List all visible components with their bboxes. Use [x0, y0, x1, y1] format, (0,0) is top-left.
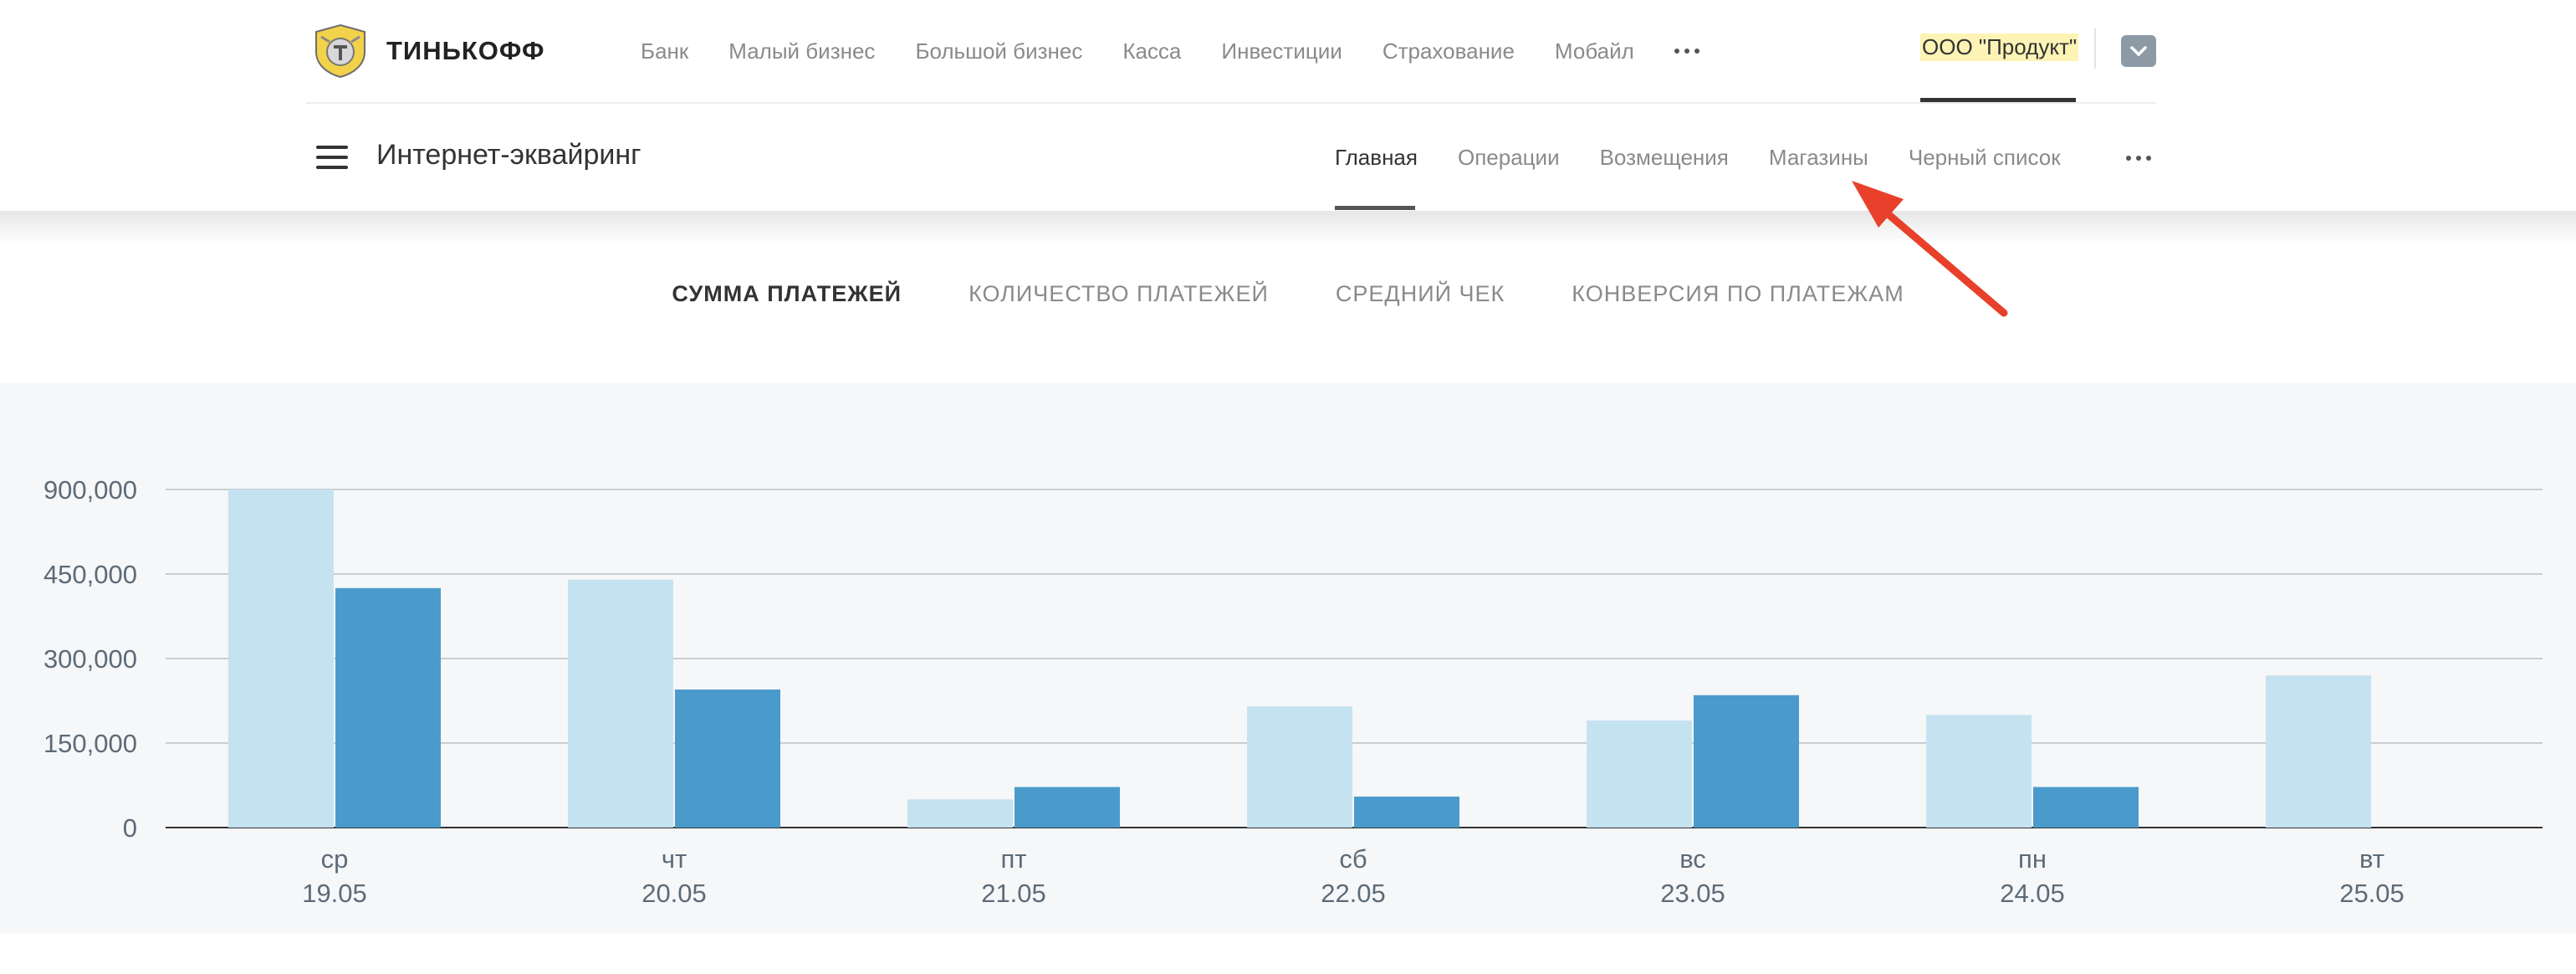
y-tick-label: 450,000: [43, 560, 137, 589]
x-tick-day: пн: [2018, 844, 2047, 874]
x-tick-date: 21.05: [981, 879, 1046, 908]
x-tick-date: 23.05: [1660, 879, 1725, 908]
bar-series-dark: [675, 689, 780, 828]
tab-operations[interactable]: Операции: [1458, 145, 1560, 171]
bar-series-dark: [335, 587, 441, 828]
active-tab-underline: [1335, 206, 1415, 210]
x-tick-date: 24.05: [2000, 879, 2065, 908]
brand-logo-text: ТИНЬКОФФ: [386, 36, 545, 65]
tab-refunds[interactable]: Возмещения: [1600, 145, 1729, 171]
metric-tab-payment-sum[interactable]: СУММА ПЛАТЕЖЕЙ: [672, 281, 902, 318]
bar-series-light: [1247, 706, 1352, 828]
section-title: Интернет-эквайринг: [376, 139, 641, 171]
top-nav-item-small-business[interactable]: Малый бизнес: [728, 38, 875, 64]
company-name[interactable]: ООО "Продукт": [1920, 33, 2079, 61]
hamburger-icon[interactable]: [316, 146, 348, 169]
top-navigation-bar: ТИНЬКОФФ Банк Малый бизнес Большой бизне…: [0, 0, 2576, 104]
x-tick-day: чт: [662, 844, 687, 874]
y-tick-label: 150,000: [43, 729, 137, 758]
x-tick-date: 22.05: [1321, 879, 1386, 908]
y-tick-label: 900,000: [43, 475, 137, 505]
metric-tabs: СУММА ПЛАТЕЖЕЙ КОЛИЧЕСТВО ПЛАТЕЖЕЙ СРЕДН…: [0, 281, 2576, 318]
bar-series-dark: [2033, 787, 2139, 828]
chevron-down-icon: [2130, 46, 2147, 57]
top-nav-item-kassa[interactable]: Касса: [1122, 38, 1181, 64]
x-tick-day: сб: [1339, 844, 1367, 874]
x-tick-day: вс: [1679, 844, 1706, 874]
sub-nav-menu: Главная Операции Возмещения Магазины Чер…: [1335, 104, 2101, 211]
subbar-shadow: [0, 211, 2576, 244]
bar-series-light: [568, 579, 673, 828]
sub-nav-more-icon[interactable]: [2126, 156, 2151, 161]
product-navigation-bar: Интернет-эквайринг Главная Операции Возм…: [0, 104, 2576, 211]
top-nav-menu: Банк Малый бизнес Большой бизнес Касса И…: [641, 0, 1699, 102]
x-tick-day: вт: [2359, 844, 2384, 874]
account-menu-button[interactable]: [2121, 35, 2156, 67]
top-nav-more-icon[interactable]: [1674, 49, 1699, 54]
x-tick-date: 25.05: [2339, 879, 2405, 908]
top-nav-item-investments[interactable]: Инвестиции: [1221, 38, 1342, 64]
bar-series-light: [1926, 715, 2032, 828]
tab-main[interactable]: Главная: [1335, 145, 1418, 171]
x-tick-date: 20.05: [641, 879, 707, 908]
y-tick-label: 300,000: [43, 644, 137, 674]
x-tick-day: ср: [321, 844, 349, 874]
brand-logo[interactable]: ТИНЬКОФФ: [311, 23, 544, 79]
metric-tab-conversion[interactable]: КОНВЕРСИЯ ПО ПЛАТЕЖАМ: [1572, 281, 1904, 318]
tab-shops[interactable]: Магазины: [1769, 145, 1868, 171]
bar-series-light: [2266, 675, 2371, 828]
bank-emblem-icon: [315, 23, 365, 79]
top-nav-item-big-business[interactable]: Большой бизнес: [915, 38, 1082, 64]
y-tick-label: 0: [123, 813, 137, 843]
chart-panel: 0 150,000 300,000 450,000 900,000 ср 19.05 чт 20…: [0, 383, 2576, 934]
metric-tab-average-check[interactable]: СРЕДНИЙ ЧЕК: [1336, 281, 1505, 318]
bar-series-light: [228, 490, 334, 828]
top-nav-item-insurance[interactable]: Страхование: [1383, 38, 1515, 64]
x-tick-day: пт: [1001, 844, 1027, 874]
top-nav-item-mobile[interactable]: Мобайл: [1555, 38, 1634, 64]
payments-bar-chart: 0 150,000 300,000 450,000 900,000 ср 19.05 чт 20…: [43, 475, 2543, 908]
top-nav-item-bank[interactable]: Банк: [641, 38, 688, 64]
metric-tab-payment-count[interactable]: КОЛИЧЕСТВО ПЛАТЕЖЕЙ: [969, 281, 1269, 318]
bar-series-light: [1587, 720, 1692, 828]
bar-series-light: [907, 799, 1013, 828]
bar-series-dark: [1354, 796, 1459, 828]
bar-series-dark: [1015, 787, 1120, 828]
bar-series-dark: [1694, 695, 1799, 828]
x-tick-date: 19.05: [302, 879, 367, 908]
nav-divider: [2094, 28, 2096, 69]
tab-blacklist[interactable]: Черный список: [1909, 145, 2061, 171]
